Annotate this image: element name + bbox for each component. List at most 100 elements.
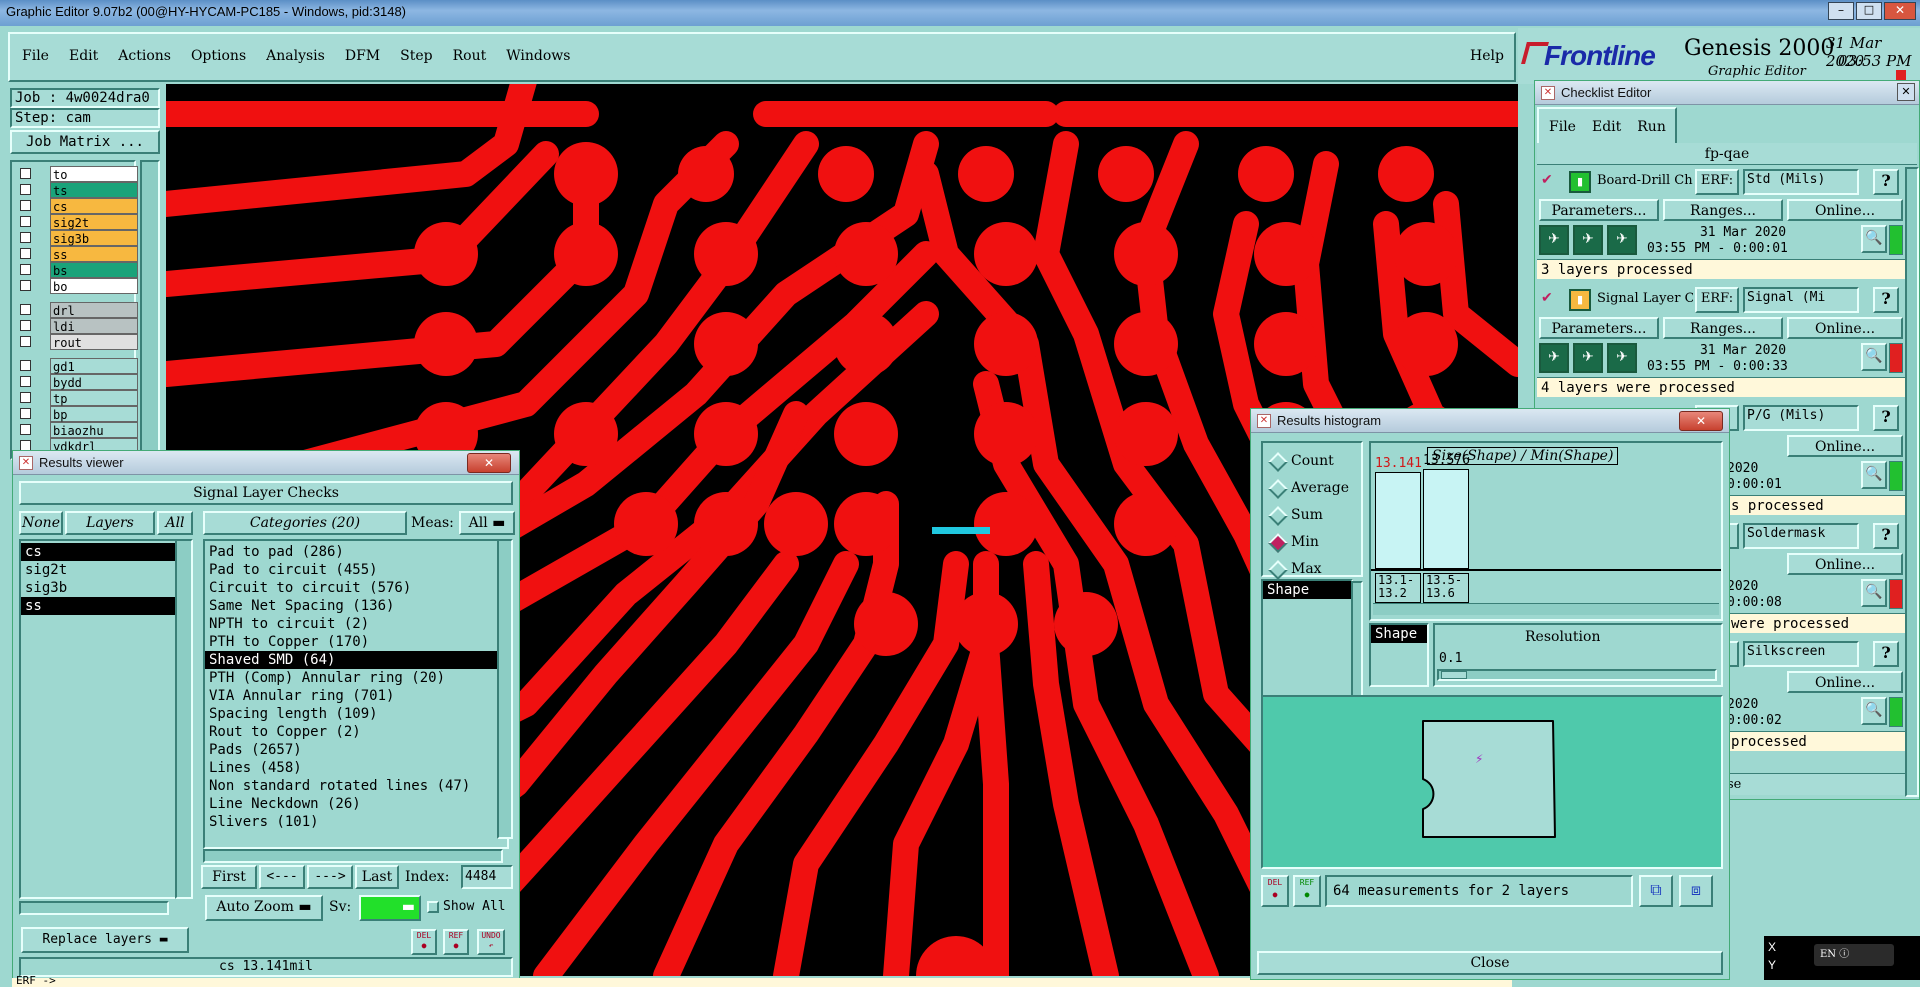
categories-hscrollbar[interactable] (203, 849, 503, 863)
layer-checkbox[interactable] (20, 264, 31, 275)
histogram-close-button[interactable]: ✕ (1679, 411, 1723, 431)
layer-row[interactable]: rout (16, 334, 144, 350)
sv-color-dropdown[interactable]: ▬ (359, 895, 421, 921)
layer-row[interactable]: ldi (16, 318, 144, 334)
category-item[interactable]: Line Neckdown (26) (205, 795, 507, 813)
run-stop-icon[interactable]: ✈ (1607, 225, 1637, 255)
layer-row[interactable]: bydd (16, 374, 144, 390)
layer-row[interactable]: ss (16, 246, 144, 262)
close-window-button[interactable]: ✕ (1884, 2, 1916, 20)
online-button[interactable]: Online... (1787, 553, 1903, 575)
erf-help-button[interactable]: ? (1873, 523, 1899, 549)
layer-row[interactable]: sig3b (16, 230, 144, 246)
layer-checkbox[interactable] (20, 360, 31, 371)
menu-item[interactable]: Actions (118, 48, 171, 68)
check-zoom-icon[interactable]: 🔍 (1861, 697, 1887, 725)
online-button[interactable]: Online... (1787, 317, 1903, 339)
resolution-shape-item[interactable]: Shape (1371, 625, 1427, 643)
layer-checkbox[interactable] (20, 304, 31, 315)
maximize-button[interactable]: □ (1856, 2, 1882, 20)
categories-list[interactable]: Pad to pad (286) Pad to circuit (455) Circ… (203, 539, 509, 849)
layer-row[interactable]: to (16, 166, 144, 182)
erf-value[interactable]: P/G (Mils) (1743, 405, 1859, 431)
layer-checkbox[interactable] (20, 392, 31, 403)
all-button[interactable]: All (157, 511, 193, 535)
category-item[interactable]: Lines (458) (205, 759, 507, 777)
category-item[interactable]: PTH to Copper (170) (205, 633, 507, 651)
layer-list-item[interactable]: cs (21, 543, 181, 561)
layer-checkbox[interactable] (20, 232, 31, 243)
layer-list-item[interactable]: sig3b (21, 579, 181, 597)
zoom-area-icon[interactable]: ⧈ (1679, 875, 1713, 907)
layers-scrollbar[interactable] (175, 539, 193, 899)
run-stop-icon[interactable]: ✈ (1607, 343, 1637, 373)
histogram-shape-list[interactable]: Shape (1261, 579, 1353, 699)
check-enabled-icon[interactable]: ✔ (1541, 291, 1555, 305)
layer-row[interactable]: tp (16, 390, 144, 406)
zoom-fit-icon[interactable]: ⧉ (1639, 875, 1673, 907)
index-input[interactable]: 4484 (461, 865, 513, 889)
category-item[interactable]: Rout to Copper (2) (205, 723, 507, 741)
histogram-option[interactable]: Average (1263, 478, 1361, 500)
checklist-menu-item[interactable]: File (1549, 119, 1576, 135)
layer-checkbox[interactable] (20, 280, 31, 291)
radio-icon[interactable] (1268, 533, 1288, 553)
resolution-slider[interactable] (1437, 669, 1717, 681)
menu-item[interactable]: Options (191, 48, 246, 68)
shape-list-scrollbar[interactable] (1351, 581, 1363, 697)
layer-row[interactable]: biaozhu (16, 422, 144, 438)
checklist-menu-item[interactable]: Run (1637, 119, 1666, 135)
minimize-button[interactable]: – (1828, 2, 1854, 20)
menu-item[interactable]: Windows (506, 48, 570, 68)
menu-item[interactable]: Step (400, 48, 432, 68)
erf-help-button[interactable]: ? (1873, 169, 1899, 195)
histogram-option[interactable]: Max (1263, 559, 1361, 581)
erf-value[interactable]: Silkscreen (1743, 641, 1859, 667)
ranges-button[interactable]: Ranges... (1663, 199, 1783, 221)
measure-del-icon[interactable]: DEL ● (1261, 875, 1289, 907)
layer-list-item[interactable]: sig2t (21, 561, 181, 579)
resolution-slider-thumb[interactable] (1441, 671, 1467, 679)
layer-checkbox[interactable] (20, 424, 31, 435)
online-button[interactable]: Online... (1787, 671, 1903, 693)
category-item[interactable]: Pad to pad (286) (205, 543, 507, 561)
categories-scrollbar[interactable] (497, 539, 513, 839)
prev-button[interactable]: <--- (259, 865, 305, 889)
layers-hscrollbar[interactable] (19, 901, 169, 915)
category-item[interactable]: VIA Annular ring (701) (205, 687, 507, 705)
layer-row[interactable]: drl (16, 302, 144, 318)
radio-icon[interactable] (1268, 560, 1288, 580)
erf-value[interactable]: Soldermask (1743, 523, 1859, 549)
layer-row[interactable]: bp (16, 406, 144, 422)
checklist-close-icon[interactable]: ✕ (1897, 83, 1915, 101)
next-button[interactable]: ---> (307, 865, 353, 889)
checklist-scrollbar[interactable] (1905, 167, 1919, 797)
parameters-button[interactable]: Parameters... (1539, 199, 1659, 221)
layer-checkbox[interactable] (20, 408, 31, 419)
category-item[interactable]: Shaved SMD (64) (205, 651, 507, 669)
shape-list-item[interactable]: Shape (1263, 581, 1351, 599)
online-button[interactable]: Online... (1787, 199, 1903, 221)
del-icon[interactable]: DEL ● (411, 929, 437, 955)
layer-checkbox[interactable] (20, 216, 31, 227)
radio-icon[interactable] (1268, 506, 1288, 526)
ref-icon[interactable]: REF ● (443, 929, 469, 955)
category-item[interactable]: PTH (Comp) Annular ring (20) (205, 669, 507, 687)
layer-checkbox[interactable] (20, 200, 31, 211)
menu-help[interactable]: Help (1470, 48, 1504, 64)
language-bar[interactable]: EN ⓘ (1814, 944, 1894, 966)
layer-list-item[interactable]: ss (21, 597, 181, 615)
histogram-option[interactable]: Sum (1263, 505, 1361, 527)
category-item[interactable]: Pad to circuit (455) (205, 561, 507, 579)
erf-help-button[interactable]: ? (1873, 287, 1899, 313)
parameters-button[interactable]: Parameters... (1539, 317, 1659, 339)
histogram-option[interactable]: Min (1263, 532, 1361, 554)
none-button[interactable]: None (19, 511, 63, 535)
erf-value[interactable]: Std (Mils) (1743, 169, 1859, 195)
category-item[interactable]: NPTH to circuit (2) (205, 615, 507, 633)
erf-help-button[interactable]: ? (1873, 405, 1899, 431)
check-zoom-icon[interactable]: 🔍 (1861, 225, 1887, 253)
resolution-shape-list[interactable]: Shape (1369, 623, 1429, 687)
menu-item[interactable]: Analysis (266, 48, 325, 68)
job-matrix-button[interactable]: Job Matrix ... (10, 130, 160, 154)
